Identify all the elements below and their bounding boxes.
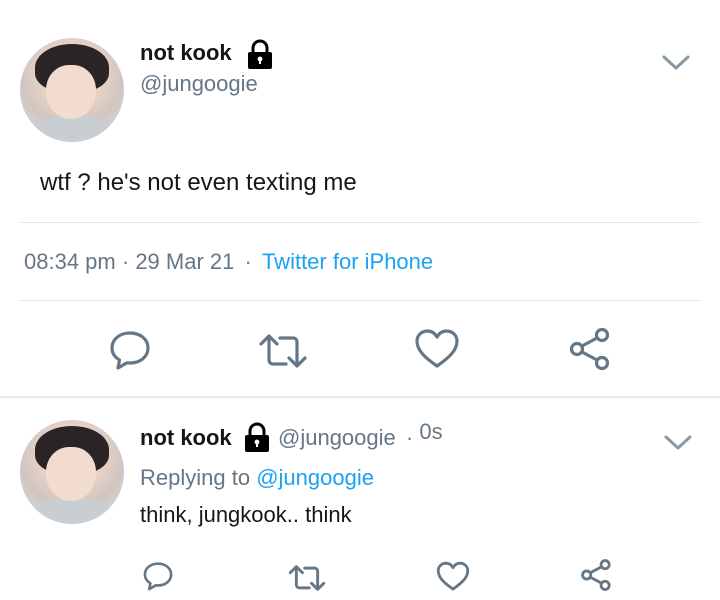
meta-dot: · [121, 249, 130, 274]
tweet-text: wtf ? he's not even texting me [40, 169, 357, 196]
meta-dot: · [405, 425, 414, 450]
divider [20, 222, 700, 223]
meta-dot: · [244, 249, 252, 274]
display-name[interactable]: not kook [140, 425, 232, 450]
chevron-down-icon[interactable] [662, 432, 694, 454]
replying-prefix: Replying to [140, 465, 251, 490]
chevron-down-icon[interactable] [660, 52, 692, 74]
reply-icon[interactable] [108, 328, 152, 372]
replying-to: Replying to @jungoogie [140, 465, 374, 491]
reply-header: not kook [140, 425, 232, 451]
tweet-time: 08:34 pm [24, 249, 116, 274]
reply-icon[interactable] [142, 560, 174, 592]
heart-icon[interactable] [436, 561, 470, 592]
lock-icon [241, 421, 273, 458]
display-name[interactable]: not kook [140, 40, 232, 66]
client-link[interactable]: Twitter for iPhone [262, 249, 433, 274]
share-icon[interactable] [568, 326, 614, 372]
reply-handle-line: @jungoogie · 0s [278, 419, 443, 451]
retweet-icon[interactable] [258, 330, 308, 372]
replying-handle-link[interactable]: @jungoogie [256, 465, 374, 490]
avatar[interactable] [20, 38, 124, 142]
lock-icon [244, 38, 276, 75]
tweet-meta: 08:34 pm · 29 Mar 21 · Twitter for iPhon… [24, 249, 433, 275]
tweet-date: 29 Mar 21 [135, 249, 235, 274]
tweet-age: 0s [419, 419, 443, 444]
tweet-text: think, jungkook.. think [140, 502, 352, 527]
divider [20, 300, 700, 301]
avatar[interactable] [20, 420, 124, 524]
user-handle[interactable]: @jungoogie [140, 71, 258, 97]
divider [0, 396, 720, 398]
retweet-icon[interactable] [288, 562, 326, 594]
heart-icon[interactable] [414, 328, 460, 370]
share-icon[interactable] [580, 558, 614, 592]
user-handle[interactable]: @jungoogie [278, 425, 396, 450]
